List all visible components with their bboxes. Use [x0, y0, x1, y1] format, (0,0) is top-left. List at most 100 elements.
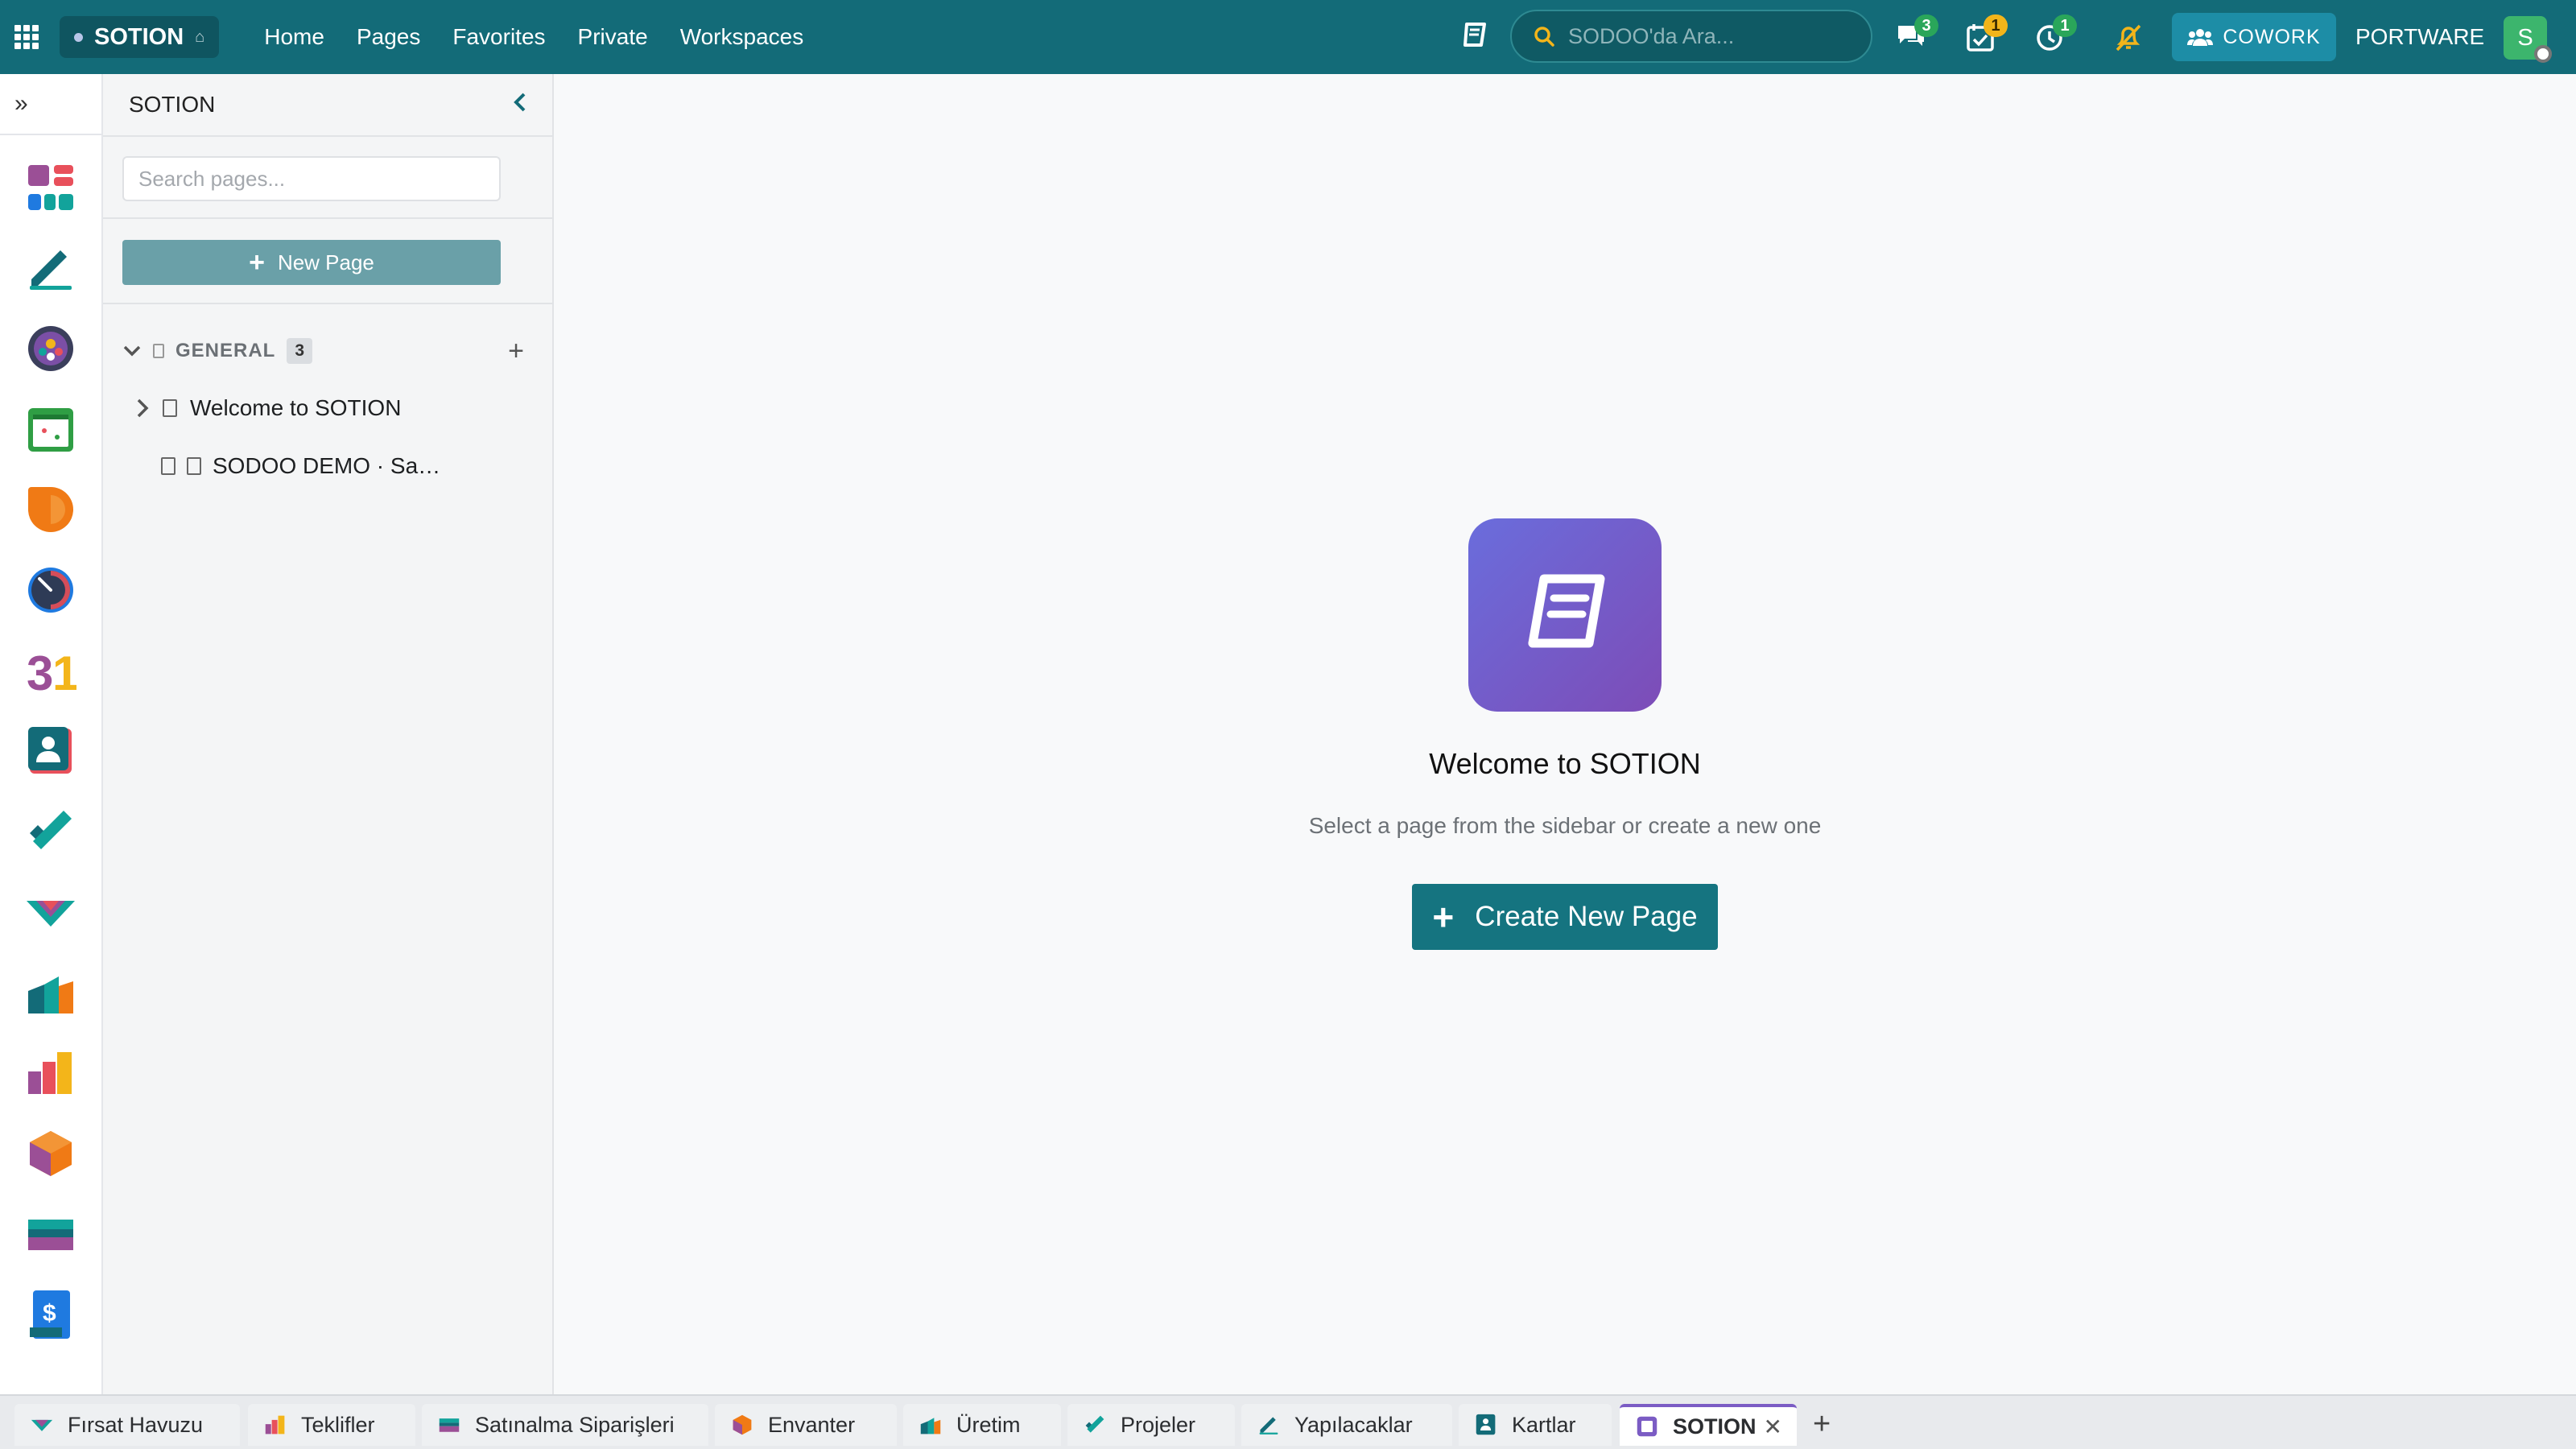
todo-icon — [1259, 1417, 1278, 1435]
planning-app-icon[interactable] — [23, 401, 79, 457]
add-page-icon[interactable]: + — [508, 336, 525, 367]
welcome-title: Welcome to SOTION — [1429, 747, 1701, 780]
sales-icon — [265, 1415, 285, 1435]
activities-badge: 1 — [1984, 14, 2008, 37]
notes-app-icon[interactable] — [23, 240, 79, 296]
sales-app-icon[interactable] — [23, 1045, 79, 1101]
page-icon — [161, 457, 175, 475]
contacts-icon — [1476, 1414, 1496, 1435]
top-navbar: SOTION ⌂ Home Pages Favorites Private Wo… — [0, 0, 2576, 74]
notifications-off-icon[interactable] — [2109, 18, 2148, 56]
tab-projeler[interactable]: Projeler — [1067, 1404, 1235, 1446]
messages-icon[interactable]: 3 — [1892, 14, 1938, 56]
project-app-icon[interactable] — [23, 803, 79, 860]
team-app-icon[interactable] — [23, 320, 79, 377]
tab-sotion[interactable]: SOTION ✕ — [1620, 1404, 1797, 1446]
plus-icon: + — [249, 247, 265, 278]
tab-firsat-havuzu[interactable]: Fırsat Havuzu — [14, 1404, 240, 1446]
nav-workspaces[interactable]: Workspaces — [664, 24, 820, 50]
inventory-icon — [733, 1414, 752, 1435]
tab-label: Yapılacaklar — [1294, 1412, 1413, 1437]
company-switcher[interactable]: PORTWARE — [2355, 24, 2484, 50]
tab-teklifler[interactable]: Teklifler — [248, 1404, 415, 1446]
tab-label: Projeler — [1121, 1412, 1196, 1437]
crm-app-icon[interactable] — [23, 884, 79, 940]
home-icon: ⌂ — [195, 27, 205, 46]
timer-icon[interactable]: 1 — [2030, 14, 2077, 56]
tab-kartlar[interactable]: Kartlar — [1459, 1404, 1612, 1446]
tab-yapilacaklar[interactable]: Yapılacaklar — [1241, 1404, 1452, 1446]
book-icon[interactable] — [1459, 19, 1491, 52]
tab-label: Teklifler — [301, 1412, 375, 1437]
create-new-page-button[interactable]: + Create New Page — [1412, 884, 1718, 950]
new-page-label: New Page — [277, 250, 374, 275]
apps-menu-icon[interactable] — [14, 25, 39, 49]
section-general[interactable]: GENERAL 3 + — [122, 332, 525, 370]
project-icon — [1085, 1415, 1104, 1433]
nav-favorites[interactable]: Favorites — [436, 24, 561, 50]
brand-name: SOTION — [94, 23, 184, 50]
tab-envanter[interactable]: Envanter — [715, 1404, 897, 1446]
tab-uretim[interactable]: Üretim — [903, 1404, 1061, 1446]
create-page-label: Create New Page — [1475, 901, 1698, 932]
pages-sidebar: SOTION Search pages... + New Page GENERA… — [103, 74, 554, 1394]
dashboard-app-icon[interactable] — [23, 159, 79, 216]
users-icon — [2187, 29, 2214, 46]
section-icon — [153, 344, 164, 358]
tab-label: Kartlar — [1512, 1412, 1576, 1437]
nav-pages[interactable]: Pages — [341, 24, 436, 50]
purchase-app-icon[interactable] — [23, 1206, 79, 1262]
manufacturing-app-icon[interactable] — [23, 964, 79, 1021]
svg-text:1: 1 — [52, 646, 76, 696]
page-search-input[interactable]: Search pages... — [122, 156, 501, 201]
page-search-placeholder: Search pages... — [138, 166, 286, 191]
sotion-icon — [1637, 1416, 1657, 1437]
avatar-initial: S — [2517, 24, 2533, 51]
timesheet-app-icon[interactable] — [23, 562, 79, 618]
app-rail: » 31 $ — [0, 74, 103, 1394]
page-item[interactable]: SODOO DEMO · Sa… — [161, 444, 564, 488]
new-page-button[interactable]: + New Page — [122, 240, 501, 285]
cowork-button[interactable]: COWORK — [2172, 13, 2336, 61]
timer-badge: 1 — [2053, 14, 2077, 37]
contacts-app-icon[interactable] — [23, 723, 79, 779]
main-content: Welcome to SOTION Select a page from the… — [554, 74, 2576, 1394]
tab-satinalma-siparisleri[interactable]: Satınalma Siparişleri — [422, 1404, 708, 1446]
crm-icon — [31, 1419, 53, 1431]
page-title: Welcome to SOTION — [190, 395, 402, 420]
plus-icon: + — [1432, 896, 1455, 938]
nav-home[interactable]: Home — [248, 24, 341, 50]
discuss-app-icon[interactable] — [23, 481, 79, 538]
page-item[interactable]: Welcome to SOTION — [135, 386, 538, 430]
collapse-sidebar-icon[interactable] — [512, 92, 528, 118]
welcome-subtitle: Select a page from the sidebar or create… — [1308, 813, 1822, 838]
expand-rail-icon[interactable]: » — [0, 74, 101, 135]
user-avatar[interactable]: S — [2504, 16, 2552, 63]
tab-label: SOTION — [1673, 1414, 1757, 1439]
app-brand[interactable]: SOTION ⌂ — [60, 16, 220, 58]
close-tab-icon[interactable]: ✕ — [1764, 1414, 1782, 1440]
search-placeholder: SODOO'da Ara... — [1568, 23, 1735, 48]
manufacturing-icon — [920, 1418, 941, 1435]
add-tab-icon[interactable]: + — [1813, 1407, 1831, 1442]
inventory-app-icon[interactable] — [23, 1125, 79, 1182]
sidebar-title: SOTION — [129, 92, 216, 117]
search-icon — [1534, 27, 1554, 47]
tab-label: Fırsat Havuzu — [68, 1412, 204, 1437]
calendar-app-icon[interactable]: 31 — [23, 642, 79, 699]
sidebar-header: SOTION — [103, 74, 552, 137]
activities-icon[interactable]: 1 — [1961, 14, 2008, 56]
nav-private[interactable]: Private — [562, 24, 664, 50]
divider — [103, 217, 552, 219]
messages-badge: 3 — [1914, 14, 1938, 37]
page-title: SODOO DEMO · Sa… — [213, 453, 441, 478]
page-emoji-icon — [187, 457, 201, 475]
divider — [103, 303, 552, 304]
chevron-right-icon[interactable] — [135, 398, 150, 419]
bottom-tab-bar: Fırsat Havuzu Teklifler Satınalma Sipari… — [0, 1394, 2576, 1449]
invoicing-app-icon[interactable]: $ — [23, 1286, 79, 1343]
chevron-down-icon[interactable] — [122, 344, 142, 358]
main-nav: Home Pages Favorites Private Workspaces — [248, 24, 819, 50]
svg-text:$: $ — [43, 1300, 56, 1327]
global-search-input[interactable]: SODOO'da Ara... — [1510, 10, 1872, 63]
